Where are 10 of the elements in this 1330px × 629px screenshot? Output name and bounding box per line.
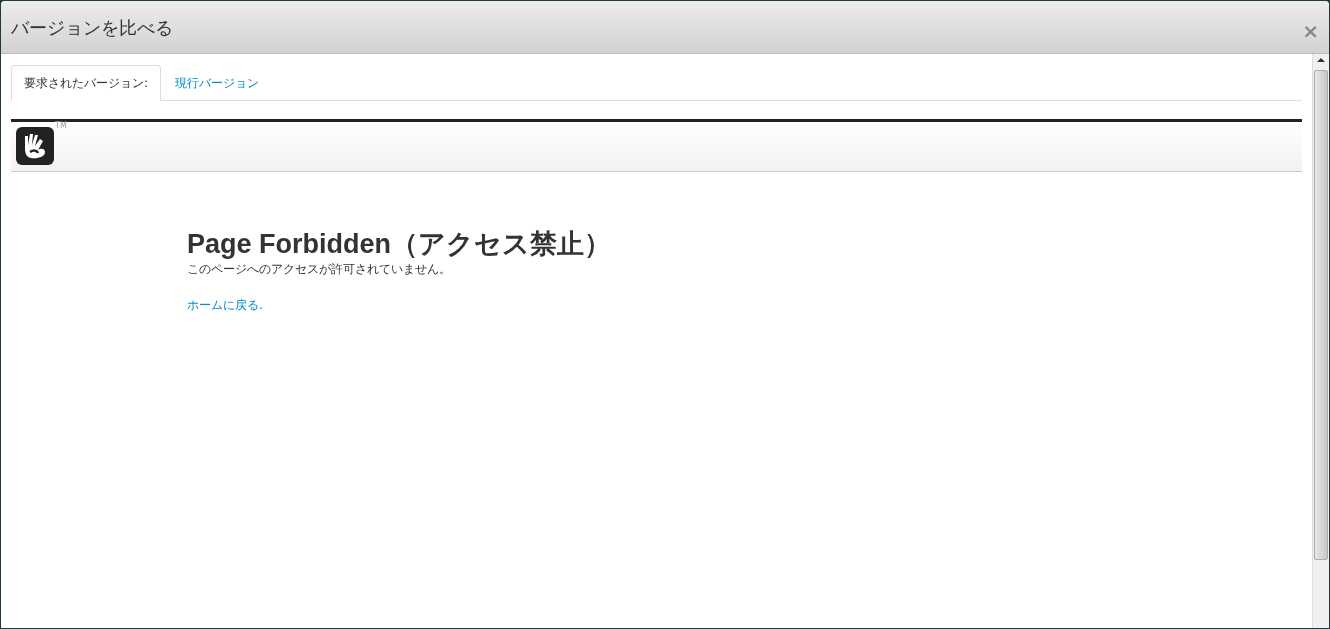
scrollbar[interactable] [1312,54,1329,628]
home-link[interactable]: ホームに戻る. [187,296,263,314]
close-button[interactable]: × [1302,21,1319,41]
tab[interactable]: 現行バージョン [161,65,274,100]
dialog-title: バージョンを比べる [11,15,173,40]
tab[interactable]: 要求されたバージョン: [11,65,162,101]
hand-logo-icon [15,126,55,166]
trademark-mark: TM [55,122,67,130]
forbidden-message: このページへのアクセスが許可されていません。 [187,261,451,278]
page-heading: Page Forbidden（アクセス禁止） [187,228,612,260]
